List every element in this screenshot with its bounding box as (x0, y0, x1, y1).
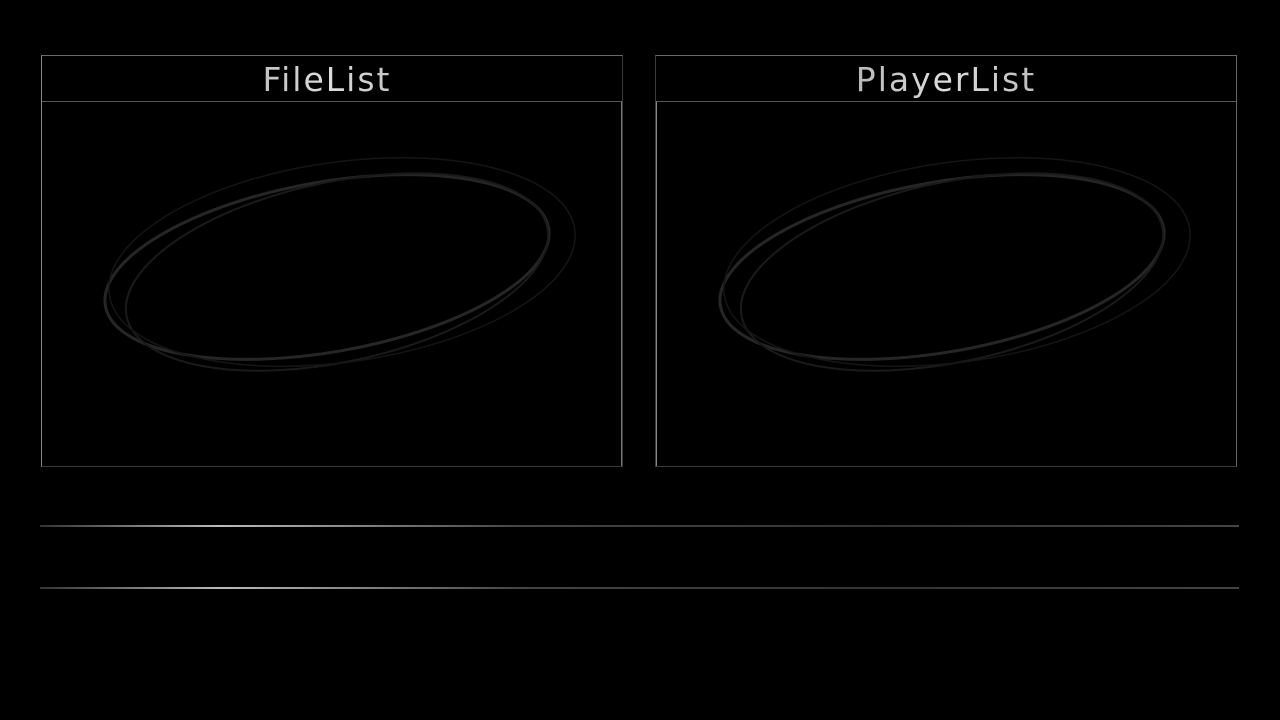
swirl-decoration-icon (718, 156, 1191, 372)
divider-line (40, 587, 1239, 589)
file-list-panel: FileList (41, 55, 623, 467)
swirl-decoration-icon (103, 156, 576, 372)
player-list-panel: PlayerList (655, 55, 1237, 467)
file-list-area[interactable] (42, 101, 622, 466)
player-list-area[interactable] (656, 101, 1236, 466)
file-list-title: FileList (42, 60, 612, 99)
divider-line (40, 525, 1239, 527)
player-list-title: PlayerList (656, 60, 1236, 99)
